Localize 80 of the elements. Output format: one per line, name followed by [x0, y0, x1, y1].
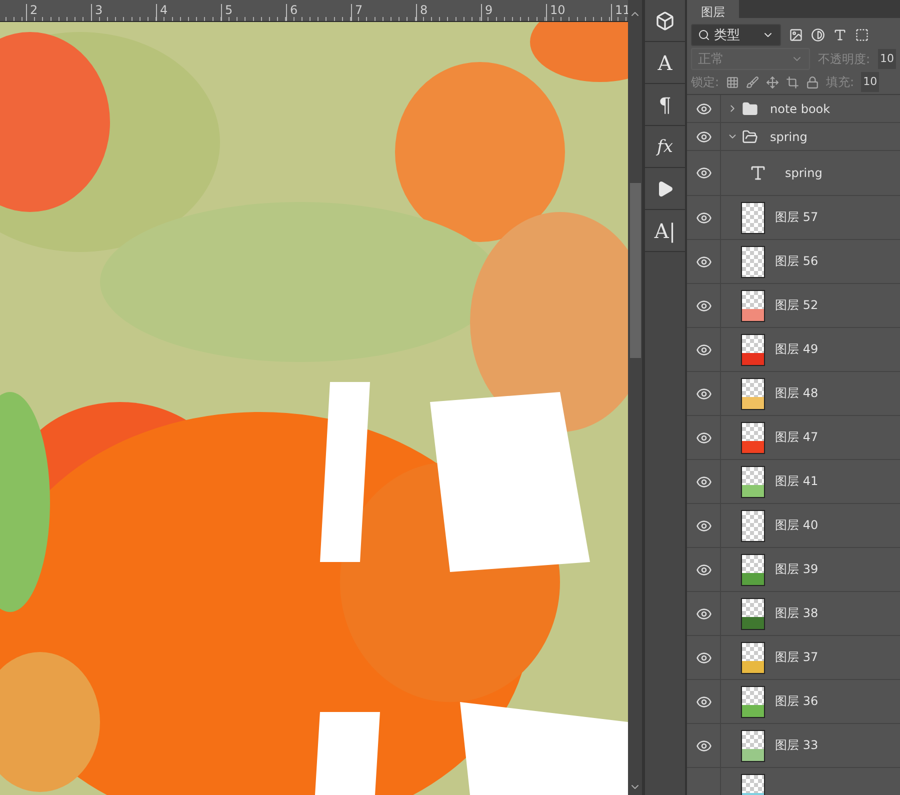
ruler-label: 10: [546, 4, 611, 21]
eye-icon[interactable]: [696, 386, 712, 402]
image-filter-icon[interactable]: [789, 28, 803, 42]
panel-button[interactable]: A|: [645, 210, 685, 252]
eye-icon[interactable]: [696, 165, 712, 181]
layer-thumbnail: [741, 334, 765, 366]
eye-icon[interactable]: [696, 254, 712, 270]
eye-icon[interactable]: [696, 100, 712, 116]
lock-icon[interactable]: [806, 76, 820, 88]
layer-thumbnail: [741, 554, 765, 586]
layer-name[interactable]: 图层 36: [775, 693, 818, 710]
eye-icon[interactable]: [696, 738, 712, 754]
panel-button[interactable]: ¶: [645, 84, 685, 126]
cube-tool-button[interactable]: [645, 0, 685, 42]
ruler-label: 3: [91, 4, 156, 21]
layer-thumbnail: [741, 378, 765, 410]
eye-icon[interactable]: [696, 518, 712, 534]
adjustment-filter-icon[interactable]: [811, 28, 825, 42]
eye-icon[interactable]: [696, 650, 712, 666]
eye-icon[interactable]: [696, 210, 712, 226]
layer-name[interactable]: 图层 56: [775, 253, 818, 270]
styles-button[interactable]: fx: [645, 126, 685, 168]
layer-name[interactable]: 图层 49: [775, 341, 818, 358]
layer-thumbnail: [741, 730, 765, 762]
text-filter-icon[interactable]: [833, 28, 847, 42]
layer-thumbnail: [741, 510, 765, 542]
opacity-field[interactable]: 10: [878, 49, 896, 69]
layer-name[interactable]: 图层 52: [775, 297, 818, 314]
layer-thumbnail: [741, 642, 765, 674]
layer-name[interactable]: spring: [770, 130, 808, 144]
layer-name[interactable]: spring: [785, 166, 822, 180]
layer-name[interactable]: 图层 40: [775, 517, 818, 534]
layer-name[interactable]: 图层 47: [775, 429, 818, 446]
layer-name[interactable]: 图层 37: [775, 649, 818, 666]
eye-icon[interactable]: [696, 128, 712, 144]
eye-icon[interactable]: [696, 606, 712, 622]
layers-tab[interactable]: 图层: [687, 0, 739, 18]
play-icon: [656, 180, 674, 198]
lock-pixels-icon[interactable]: [726, 76, 740, 88]
layer-name[interactable]: 图层 48: [775, 385, 818, 402]
layer-thumbnail: [741, 686, 765, 718]
layer-name[interactable]: 图层 41: [775, 473, 818, 490]
eye-icon[interactable]: [696, 474, 712, 490]
move-icon[interactable]: [766, 76, 780, 88]
layer-thumbnail: [741, 466, 765, 498]
play-button[interactable]: [645, 168, 685, 210]
panel-button[interactable]: A: [645, 42, 685, 84]
ruler-label: 9: [481, 4, 546, 21]
layer-thumbnail: [741, 246, 765, 278]
ruler-label: 8: [416, 4, 481, 21]
eye-icon[interactable]: [696, 562, 712, 578]
fill-field[interactable]: 10: [861, 72, 880, 92]
layer-name[interactable]: 图层 39: [775, 561, 818, 578]
eye-icon[interactable]: [696, 342, 712, 358]
scrollbar-thumb[interactable]: [630, 183, 640, 358]
ruler-label: 7: [351, 4, 416, 21]
filter-dropdown[interactable]: 类型: [691, 24, 781, 46]
eye-icon[interactable]: [696, 298, 712, 314]
layer-name[interactable]: 图层 33: [775, 737, 818, 754]
layer-thumbnail: [741, 202, 765, 234]
text-layer-icon: [749, 164, 767, 182]
layer-thumbnail: [741, 422, 765, 454]
eye-icon[interactable]: [696, 694, 712, 710]
layer-name[interactable]: 图层 38: [775, 605, 818, 622]
folder-icon: [742, 100, 758, 116]
ruler-label: 4: [156, 4, 221, 21]
ruler-label: 6: [286, 4, 351, 21]
ruler-label: 5: [221, 4, 286, 21]
brush-icon[interactable]: [746, 76, 760, 88]
crop-icon[interactable]: [786, 76, 800, 88]
layer-thumbnail: [741, 290, 765, 322]
folder-icon: [742, 128, 758, 144]
eye-icon[interactable]: [696, 430, 712, 446]
cube-icon: [655, 10, 675, 30]
search-icon: [698, 29, 710, 41]
shape-filter-icon[interactable]: [855, 28, 869, 42]
ruler-label: 2: [26, 4, 91, 21]
layer-thumbnail: [741, 598, 765, 630]
layer-name[interactable]: 图层 57: [775, 209, 818, 226]
layer-name[interactable]: note book: [770, 102, 830, 116]
